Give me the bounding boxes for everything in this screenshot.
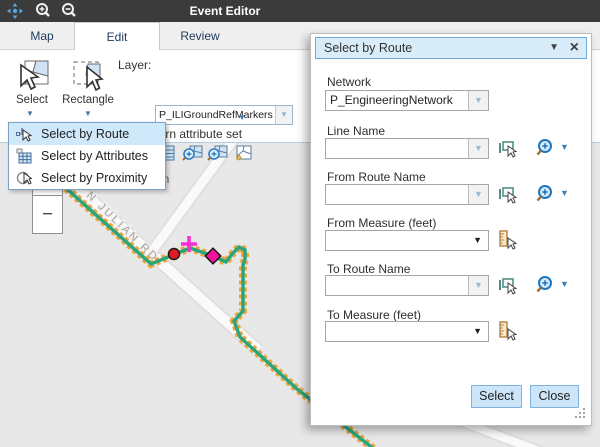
from-measure-combobox-caret-icon[interactable]: ▼ (473, 231, 482, 250)
network-label: Network (327, 75, 371, 89)
new-selection-caret-icon[interactable]: ▼ (238, 114, 246, 122)
menu-item-label: Select by Attributes (41, 149, 148, 163)
from-route-zoom-icon[interactable] (535, 184, 557, 206)
tab-edit[interactable]: Edit (74, 22, 160, 52)
network-combobox-arrow-icon[interactable]: ▼ (468, 91, 488, 110)
layer-label: Layer: (118, 58, 151, 72)
road-label: N JULIAN RD (84, 190, 161, 265)
select-tool-icon[interactable] (14, 58, 50, 94)
to-measure-combobox-caret-icon[interactable]: ▼ (473, 322, 482, 341)
select-tool-caret-icon[interactable]: ▼ (26, 110, 34, 118)
tab-review[interactable]: Review (158, 22, 242, 50)
from-route-zoom-caret-icon[interactable]: ▼ (560, 188, 569, 198)
to-route-zoom-caret-icon[interactable]: ▼ (560, 279, 569, 289)
from-route-label: From Route Name (327, 170, 426, 184)
line-select-on-map-icon[interactable] (497, 137, 519, 159)
tab-map[interactable]: Map (10, 22, 74, 50)
select-by-proximity-icon (16, 170, 32, 186)
panel-header[interactable]: Select by Route ▼ × (315, 37, 587, 59)
menu-item-select-by-proximity[interactable]: Select by Proximity (9, 167, 165, 189)
select-by-route-panel: Select by Route ▼ × Network P_Engineerin… (310, 33, 592, 426)
select-button[interactable]: Select (471, 385, 522, 408)
from-measure-ruler-icon[interactable] (497, 229, 519, 251)
line-name-combobox-arrow-icon[interactable]: ▼ (468, 139, 488, 158)
to-measure-combobox[interactable]: ▼ (325, 321, 489, 342)
from-measure-combobox[interactable]: ▼ (325, 230, 489, 251)
from-route-combobox[interactable]: ▼ (325, 184, 489, 205)
close-button[interactable]: Close (530, 385, 579, 408)
to-route-label: To Route Name (327, 262, 410, 276)
menu-item-select-by-attributes[interactable]: Select by Attributes (9, 145, 165, 167)
layer-combobox[interactable]: P_ILIGroundRefMarkers ▼ (155, 105, 293, 125)
line-zoom-caret-icon[interactable]: ▼ (560, 142, 569, 152)
map-zoom-out-button[interactable]: − (33, 196, 62, 233)
zoom-to-selection-alt-icon[interactable] (207, 144, 227, 163)
rectangle-tool-icon[interactable] (70, 58, 106, 94)
app-title: Event Editor (0, 0, 450, 22)
select-by-attributes-icon (16, 148, 32, 164)
rectangle-tool-label[interactable]: Rectangle (58, 94, 118, 106)
menu-item-select-by-route[interactable]: Select by Route (9, 123, 165, 145)
panel-title: Select by Route (324, 38, 412, 58)
to-route-zoom-icon[interactable] (535, 275, 557, 297)
titlebar: Event Editor (0, 0, 600, 22)
layer-combobox-arrow-icon[interactable]: ▼ (275, 106, 292, 124)
to-route-combobox-arrow-icon[interactable]: ▼ (468, 276, 488, 295)
network-combobox[interactable]: P_EngineeringNetwork ▼ (325, 90, 489, 111)
magenta-diamond-marker (205, 248, 221, 264)
line-name-label: Line Name (327, 124, 385, 138)
panel-collapse-caret-icon[interactable]: ▼ (549, 38, 559, 58)
from-measure-label: From Measure (feet) (327, 216, 436, 230)
menu-item-label: Select by Proximity (41, 171, 147, 185)
select-dropdown-menu: Select by Route Select by Attributes Sel… (8, 122, 166, 190)
panel-close-icon[interactable]: × (570, 38, 579, 58)
new-selection-icon[interactable] (233, 144, 253, 163)
menu-item-label: Select by Route (41, 127, 129, 141)
from-route-combobox-arrow-icon[interactable]: ▼ (468, 185, 488, 204)
red-point-marker (169, 249, 180, 260)
line-zoom-icon[interactable] (535, 138, 557, 160)
select-by-route-icon (16, 126, 32, 142)
from-route-select-on-map-icon[interactable] (497, 183, 519, 205)
layer-combobox-value: P_ILIGroundRefMarkers (159, 106, 273, 124)
to-measure-ruler-icon[interactable] (497, 320, 519, 342)
to-route-select-on-map-icon[interactable] (497, 274, 519, 296)
zoom-to-selection-icon[interactable] (182, 144, 202, 163)
rectangle-tool-caret-icon[interactable]: ▼ (84, 110, 92, 118)
to-measure-label: To Measure (feet) (327, 308, 421, 322)
network-combobox-value: P_EngineeringNetwork (330, 91, 453, 110)
line-name-combobox[interactable]: ▼ (325, 138, 489, 159)
panel-resize-grip[interactable] (574, 407, 586, 419)
select-tool-label[interactable]: Select (6, 94, 58, 106)
to-route-combobox[interactable]: ▼ (325, 275, 489, 296)
